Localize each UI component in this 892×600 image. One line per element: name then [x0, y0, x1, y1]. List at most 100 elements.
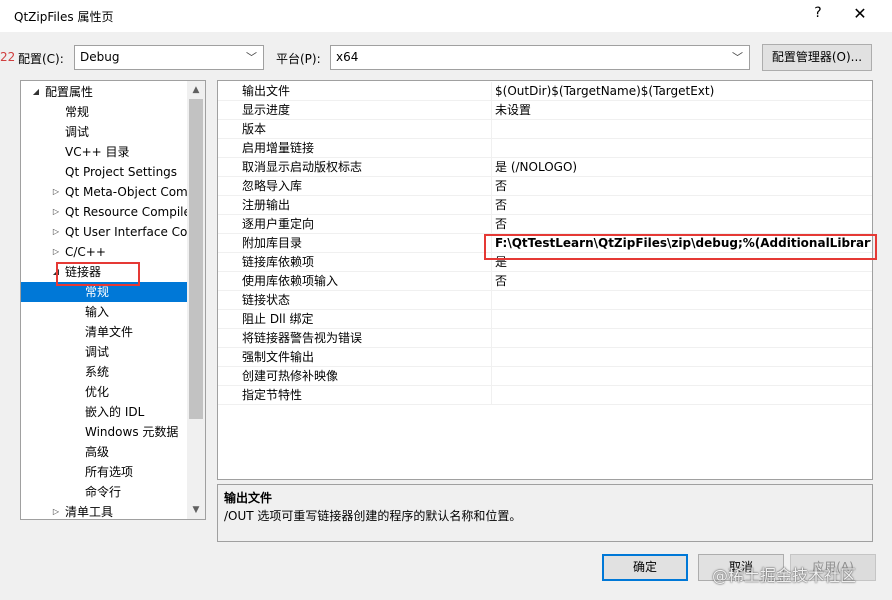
tree-item[interactable]: ◢ 配置属性 [21, 82, 187, 102]
property-row[interactable]: 输出文件 $(OutDir)$(TargetName)$(TargetExt) [218, 82, 872, 101]
tree-item[interactable]: 命令行 [21, 482, 187, 502]
property-value[interactable]: 是 (/NOLOGO) [495, 158, 871, 177]
property-name: 指定节特性 [218, 386, 492, 405]
tree-item[interactable]: Windows 元数据 [21, 422, 187, 442]
tree-item-label: C/C++ [65, 245, 106, 259]
property-value[interactable]: 否 [495, 272, 871, 291]
tree-item-label: 高级 [85, 445, 110, 459]
tree-item[interactable]: 优化 [21, 382, 187, 402]
tree-item-label: 命令行 [85, 485, 122, 499]
property-value[interactable]: 未设置 [495, 101, 871, 120]
tree-item-label: Qt User Interface Cor [65, 225, 187, 239]
property-row[interactable]: 显示进度 未设置 [218, 101, 872, 120]
ok-button[interactable]: 确定 [602, 554, 688, 581]
tree-item[interactable]: 所有选项 [21, 462, 187, 482]
property-row[interactable]: 逐用户重定向否 [218, 215, 872, 234]
tree-item[interactable]: ▷ Qt Resource Compile [21, 202, 187, 222]
close-button[interactable]: ✕ [848, 4, 872, 23]
property-row[interactable]: 忽略导入库否 [218, 177, 872, 196]
property-grid[interactable]: 输出文件 $(OutDir)$(TargetName)$(TargetExt) 显示… [217, 80, 873, 480]
property-value[interactable]: $(OutDir)$(TargetName)$(TargetExt) [495, 82, 871, 101]
property-name: 强制文件输出 [218, 348, 492, 367]
collapsed-arrow-icon[interactable]: ▷ [51, 182, 61, 202]
tree-item-label: 清单文件 [85, 325, 134, 339]
property-row[interactable]: 将链接器警告视为错误 [218, 329, 872, 348]
property-row[interactable]: 启用增量链接 [218, 139, 872, 158]
configuration-label: 配置(C): [18, 52, 64, 66]
tree-scrollbar[interactable]: ▲ ▼ [187, 81, 205, 519]
tree-item-label: 调试 [65, 125, 90, 139]
tree-item[interactable]: VC++ 目录 [21, 142, 187, 162]
property-value[interactable]: 否 [495, 177, 871, 196]
scroll-thumb[interactable] [189, 99, 203, 419]
platform-dropdown[interactable]: x64 ﹀ [330, 45, 750, 70]
configuration-manager-button[interactable]: 配置管理器(O)... [762, 44, 872, 71]
property-row[interactable]: 指定节特性 [218, 386, 872, 405]
platform-label: 平台(P): [276, 52, 321, 66]
tree-item-label: Windows 元数据 [85, 425, 179, 439]
property-name: 取消显示启动版权标志 [218, 158, 492, 177]
expanded-arrow-icon[interactable]: ◢ [31, 82, 41, 102]
property-value[interactable]: 否 [495, 215, 871, 234]
tree-item[interactable]: 系统 [21, 362, 187, 382]
scroll-up-icon[interactable]: ▲ [187, 81, 205, 99]
tree-item[interactable]: 调试 [21, 122, 187, 142]
property-row[interactable]: 链接状态 [218, 291, 872, 310]
property-value[interactable] [495, 367, 871, 386]
description-heading: 输出文件 [224, 491, 273, 505]
property-row[interactable]: 创建可热修补映像 [218, 367, 872, 386]
collapsed-arrow-icon[interactable]: ▷ [51, 502, 61, 519]
property-name: 启用增量链接 [218, 139, 492, 158]
property-value[interactable] [495, 139, 871, 158]
background-edge-text: 22 [0, 50, 16, 64]
tree-item[interactable]: 输入 [21, 302, 187, 322]
property-value[interactable] [495, 120, 871, 139]
property-name: 版本 [218, 120, 492, 139]
collapsed-arrow-icon[interactable]: ▷ [51, 242, 61, 262]
tree-item-label: 清单工具 [65, 505, 114, 519]
tree-item-label: Qt Resource Compile [65, 205, 187, 219]
tree-item[interactable]: 高级 [21, 442, 187, 462]
tree-item[interactable]: 调试 [21, 342, 187, 362]
property-value[interactable] [495, 329, 871, 348]
property-value[interactable] [495, 386, 871, 405]
description-panel: 输出文件 /OUT 选项可重写链接器创建的程序的默认名称和位置。 [217, 484, 873, 542]
collapsed-arrow-icon[interactable]: ▷ [51, 202, 61, 222]
tree-item-label: 优化 [85, 385, 110, 399]
property-row[interactable]: 使用库依赖项输入否 [218, 272, 872, 291]
tree-item[interactable]: ▷ Qt User Interface Cor [21, 222, 187, 242]
property-row[interactable]: 取消显示启动版权标志是 (/NOLOGO) [218, 158, 872, 177]
scroll-down-icon[interactable]: ▼ [187, 501, 205, 519]
help-button[interactable]: ? [808, 5, 828, 21]
tree-item[interactable]: Qt Project Settings [21, 162, 187, 182]
property-row[interactable]: 注册输出否 [218, 196, 872, 215]
property-tree[interactable]: ◢ 配置属性 常规调试 VC++ 目录 Qt Project Settings ▷ Qt M… [20, 80, 206, 520]
property-row[interactable]: 版本 [218, 120, 872, 139]
property-name: 忽略导入库 [218, 177, 492, 196]
tree-item-label: Qt Project Settings [65, 165, 178, 179]
tree-item[interactable]: 清单文件 [21, 322, 187, 342]
property-value[interactable] [495, 348, 871, 367]
tree-item-label: Qt Meta-Object Com [65, 185, 187, 199]
property-value[interactable] [495, 310, 871, 329]
property-name: 创建可热修补映像 [218, 367, 492, 386]
tree-item[interactable]: ▷ 清单工具 [21, 502, 187, 519]
property-name: 显示进度 [218, 101, 492, 120]
configuration-dropdown[interactable]: Debug ﹀ [74, 45, 264, 70]
title-bar: QtZipFiles 属性页 ? ✕ [0, 0, 892, 32]
property-value[interactable] [495, 291, 871, 310]
property-row[interactable]: 阻止 Dll 绑定 [218, 310, 872, 329]
collapsed-arrow-icon[interactable]: ▷ [51, 222, 61, 242]
chevron-down-icon: ﹀ [732, 51, 743, 64]
property-row[interactable]: 强制文件输出 [218, 348, 872, 367]
tree-item[interactable]: ▷ Qt Meta-Object Com [21, 182, 187, 202]
tree-item-label: 调试 [85, 345, 110, 359]
property-name: 阻止 Dll 绑定 [218, 310, 492, 329]
tree-item-label: 所有选项 [85, 465, 134, 479]
tree-item[interactable]: ▷ C/C++ [21, 242, 187, 262]
property-value[interactable]: 否 [495, 196, 871, 215]
property-name: 链接状态 [218, 291, 492, 310]
platform-value: x64 [336, 50, 359, 64]
tree-item[interactable]: 嵌入的 IDL [21, 402, 187, 422]
tree-item[interactable]: 常规 [21, 102, 187, 122]
